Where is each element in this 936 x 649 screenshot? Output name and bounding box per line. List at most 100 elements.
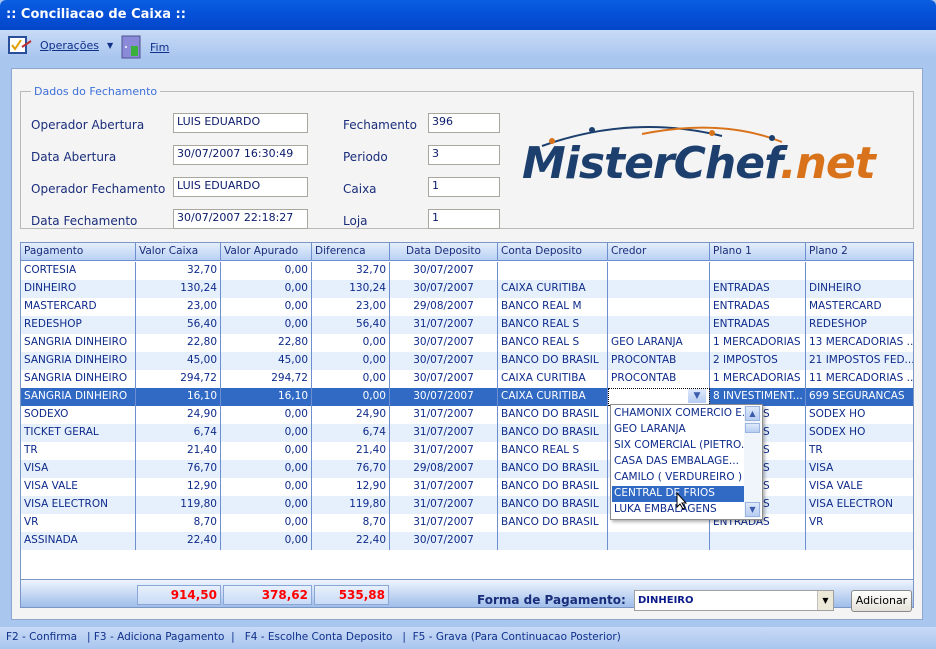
table-cell[interactable]: 22,40 [136,532,221,550]
table-cell[interactable]: 0,00 [312,370,390,388]
table-cell[interactable]: BANCO REAL S [498,442,608,460]
fim-button[interactable]: Fim [120,35,169,59]
table-cell[interactable]: 294,72 [136,370,221,388]
table-row[interactable]: VISA ELECTRON 119,80 0,00 119,80 31/07/2007 B… [21,496,913,514]
table-cell[interactable]: 0,00 [312,334,390,352]
table-cell[interactable]: 22,80 [136,334,221,352]
table-cell[interactable]: 45,00 [221,352,312,370]
table-cell[interactable]: BANCO REAL M [498,298,608,316]
table-cell[interactable]: VR [21,514,136,532]
table-cell[interactable]: 12,90 [312,478,390,496]
table-cell[interactable]: SODEXO [21,406,136,424]
table-cell[interactable]: 24,90 [136,406,221,424]
data-abertura-field[interactable]: 30/07/2007 16:30:49 [173,145,308,165]
table-cell[interactable]: 29/08/2007 [390,460,498,478]
table-cell[interactable]: 6,74 [136,424,221,442]
dropdown-option[interactable]: CHAMONIX COMERCIO E... [612,406,744,422]
column-header[interactable]: Valor Caixa [136,243,221,261]
table-cell[interactable] [608,298,710,316]
table-cell[interactable]: BANCO DO BRASIL [498,496,608,514]
table-cell[interactable] [608,262,710,280]
table-cell[interactable]: CORTESIA [21,262,136,280]
table-row[interactable]: VISA 76,70 0,00 76,70 29/08/2007 BANCO DO BRA… [21,460,913,478]
table-row[interactable]: SANGRIA DINHEIRO 45,00 45,00 0,00 30/07/2007… [21,352,913,370]
scroll-down-icon[interactable]: ▼ [745,502,760,517]
dropdown-option[interactable]: CASA DAS EMBALAGE... [612,454,744,470]
table-cell[interactable]: 0,00 [221,442,312,460]
table-cell[interactable]: SODEX HO [806,406,913,424]
table-cell[interactable]: 0,00 [312,352,390,370]
table-cell[interactable]: ENTRADAS [710,280,806,298]
table-cell[interactable]: TICKET GERAL [21,424,136,442]
table-cell[interactable]: BANCO DO BRASIL [498,424,608,442]
table-cell[interactable]: 30/07/2007 [390,388,498,406]
column-header[interactable]: Plano 2 [806,243,913,261]
data-fechamento-field[interactable]: 30/07/2007 22:18:27 [173,209,308,229]
table-cell[interactable]: 119,80 [312,496,390,514]
table-cell[interactable]: 31/07/2007 [390,478,498,496]
table-cell[interactable]: 29/08/2007 [390,298,498,316]
table-row[interactable]: TICKET GERAL 6,74 0,00 6,74 31/07/2007 BANCO … [21,424,913,442]
table-cell[interactable]: 30/07/2007 [390,352,498,370]
table-cell[interactable]: ENTRADAS [710,316,806,334]
loja-field[interactable]: 1 [428,209,500,229]
table-cell[interactable]: DINHEIRO [806,280,913,298]
table-cell[interactable]: 0,00 [221,460,312,478]
table-cell[interactable]: ENTRADAS [710,298,806,316]
table-cell[interactable]: MASTERCARD [806,298,913,316]
forma-pagamento-select[interactable]: DINHEIRO ▼ [634,590,834,611]
credor-combo-dropdown-button[interactable]: ▼ [688,389,706,403]
operador-fechamento-field[interactable]: LUIS EDUARDO [173,177,308,197]
table-cell[interactable] [608,532,710,550]
table-cell[interactable]: 0,00 [221,496,312,514]
column-header[interactable]: Conta Deposito [498,243,608,261]
table-cell[interactable]: VISA ELECTRON [21,496,136,514]
table-cell[interactable]: TR [806,442,913,460]
table-cell[interactable]: 21,40 [312,442,390,460]
table-cell[interactable]: SANGRIA DINHEIRO [21,352,136,370]
table-cell[interactable]: PROCONTAB [608,370,710,388]
table-cell[interactable]: 31/07/2007 [390,496,498,514]
table-cell[interactable]: 24,90 [312,406,390,424]
table-cell[interactable]: 0,00 [221,424,312,442]
table-cell[interactable]: CAIXA CURITIBA [498,388,608,406]
table-cell[interactable]: 16,10 [136,388,221,406]
table-cell[interactable]: 56,40 [136,316,221,334]
table-cell[interactable] [710,532,806,550]
table-cell[interactable]: 31/07/2007 [390,424,498,442]
table-cell[interactable]: 31/07/2007 [390,514,498,532]
table-cell[interactable]: 0,00 [221,316,312,334]
table-cell[interactable] [806,262,913,280]
table-cell[interactable]: SANGRIA DINHEIRO [21,334,136,352]
table-cell[interactable]: 119,80 [136,496,221,514]
table-cell[interactable]: 30/07/2007 [390,334,498,352]
table-cell[interactable]: 0,00 [221,298,312,316]
scroll-thumb[interactable] [745,423,760,433]
table-cell[interactable]: 31/07/2007 [390,406,498,424]
table-cell[interactable]: 6,74 [312,424,390,442]
dropdown-option[interactable]: SIX COMERCIAL (PIETRO... [612,438,744,454]
table-cell[interactable]: TR [21,442,136,460]
table-cell[interactable]: 0,00 [221,514,312,532]
table-row[interactable]: TR21,400,0021,4031/07/2007BANCO REAL SEN… [21,442,913,460]
operador-abertura-field[interactable]: LUIS EDUARDO [173,113,308,133]
table-cell[interactable]: PROCONTAB [608,352,710,370]
table-cell[interactable]: 130,24 [312,280,390,298]
table-cell[interactable]: REDESHOP [806,316,913,334]
table-cell[interactable]: SANGRIA DINHEIRO [21,370,136,388]
table-cell[interactable] [806,532,913,550]
table-cell[interactable]: 0,00 [221,406,312,424]
table-cell[interactable] [608,316,710,334]
table-cell[interactable]: 16,10 [221,388,312,406]
table-cell[interactable]: 30/07/2007 [390,370,498,388]
table-cell[interactable]: 21,40 [136,442,221,460]
column-header[interactable]: Diferenca [312,243,390,261]
table-cell[interactable]: BANCO DO BRASIL [498,514,608,532]
table-cell[interactable]: VISA VALE [21,478,136,496]
table-cell[interactable]: 11 MERCADORIAS ... [806,370,913,388]
table-cell[interactable]: 12,90 [136,478,221,496]
table-row[interactable]: SANGRIA DINHEIRO 16,10 16,10 0,00 30/07/2007… [21,388,913,406]
table-cell[interactable]: 0,00 [221,532,312,550]
table-cell[interactable]: 21 IMPOSTOS FED... [806,352,913,370]
table-cell[interactable]: 30/07/2007 [390,262,498,280]
